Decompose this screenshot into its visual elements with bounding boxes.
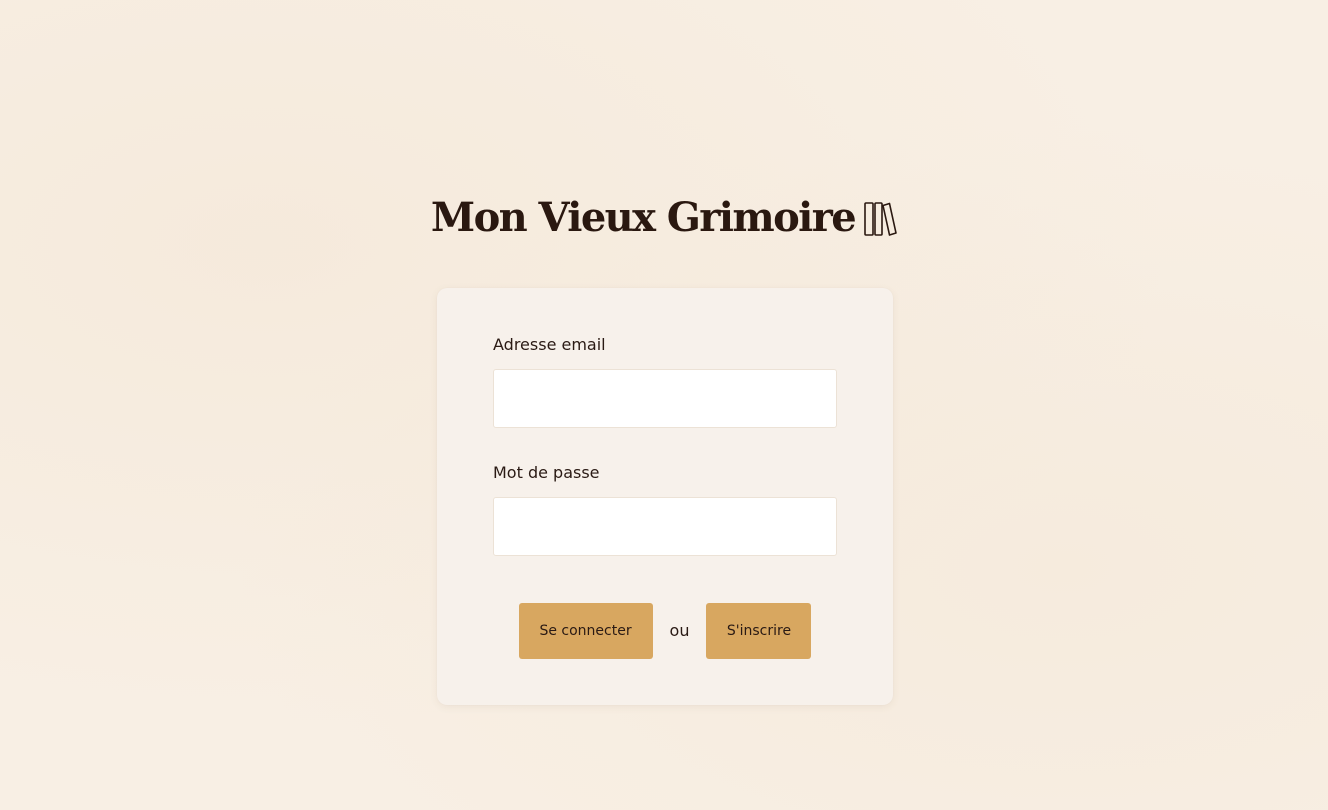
email-label: Adresse email bbox=[493, 335, 606, 354]
page-background: Mon Vieux Grimoire Adresse email Mot de … bbox=[0, 0, 1328, 810]
or-separator: ou bbox=[669, 621, 690, 640]
form-actions: Se connecter ou S'inscrire bbox=[437, 603, 893, 659]
password-field[interactable] bbox=[493, 497, 837, 556]
email-field[interactable] bbox=[493, 369, 837, 428]
login-card: Adresse email Mot de passe Se connecter … bbox=[437, 288, 893, 705]
brand-header: Mon Vieux Grimoire bbox=[0, 192, 1328, 244]
login-button[interactable]: Se connecter bbox=[518, 603, 653, 659]
password-label: Mot de passe bbox=[493, 463, 600, 482]
app-title: Mon Vieux Grimoire bbox=[430, 194, 857, 241]
signup-button[interactable]: S'inscrire bbox=[706, 603, 812, 659]
books-icon bbox=[864, 202, 897, 236]
